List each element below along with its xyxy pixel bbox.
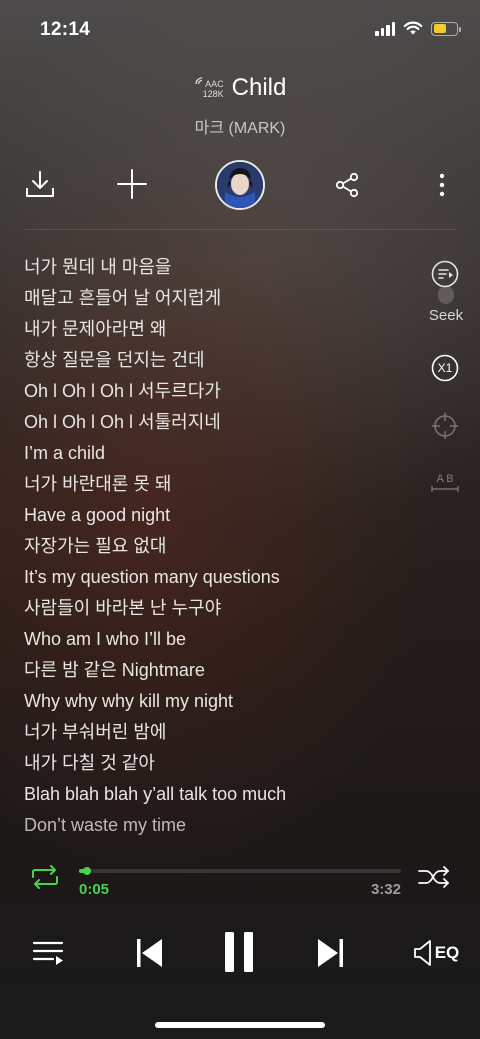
lyric-line[interactable]: It’s my question many questions <box>24 566 414 597</box>
shuffle-button[interactable] <box>416 864 452 890</box>
next-button[interactable] <box>312 934 350 972</box>
lyric-line[interactable]: 항상 질문을 던지는 건데 <box>24 349 414 380</box>
lyrics-list-icon <box>431 260 459 288</box>
lyric-line[interactable]: Blah blah blah y’all talk too much <box>24 783 414 814</box>
speaker-icon <box>413 940 431 966</box>
eq-label: EQ <box>434 943 460 962</box>
total-time: 3:32 <box>370 881 401 898</box>
audio-wave-icon <box>194 77 202 85</box>
shuffle-icon <box>418 866 449 888</box>
song-header: AAC 128K Child <box>0 74 480 102</box>
lyric-line[interactable]: 사람들이 바라본 난 누구야 <box>24 597 414 628</box>
skip-previous-icon <box>137 939 162 967</box>
repeat-button[interactable] <box>28 864 62 890</box>
equalizer-button[interactable]: EQ <box>412 936 460 970</box>
pause-button[interactable] <box>218 930 260 974</box>
artist-name[interactable]: 마크 (MARK) <box>0 114 480 138</box>
wifi-icon <box>403 21 423 35</box>
quality-codec: AAC <box>205 79 224 89</box>
lyric-line[interactable]: 너가 뭔데 내 마음을 <box>24 256 414 287</box>
lyric-line[interactable]: 다른 밤 같은 Nightmare <box>24 659 414 690</box>
seek-control: Seek <box>426 305 466 324</box>
speed-label: X1 <box>437 361 453 375</box>
pause-icon <box>225 932 253 972</box>
plus-icon <box>117 169 147 199</box>
ab-repeat-button[interactable]: A B <box>428 472 462 494</box>
more-vertical-icon <box>439 173 445 197</box>
lyric-line[interactable]: 너가 부숴버린 밤에 <box>24 721 414 752</box>
progress-bar[interactable] <box>79 867 401 875</box>
status-time: 12:14 <box>40 19 91 40</box>
lyric-line[interactable]: Oh l Oh l Oh l 서두르다가 <box>24 380 414 411</box>
home-indicator[interactable] <box>155 1022 325 1028</box>
share-button[interactable] <box>330 168 364 202</box>
speed-button[interactable]: X1 <box>431 354 459 382</box>
lyric-line[interactable]: 너가 바란대론 못 돼 <box>24 473 414 504</box>
ab-repeat-icon <box>431 486 459 492</box>
lyric-line[interactable]: Why why why kill my night <box>24 690 414 721</box>
progress-thumb[interactable] <box>82 867 91 875</box>
audio-quality-badge: AAC 128K <box>194 75 224 101</box>
ab-label: A B <box>436 473 454 485</box>
battery-icon <box>431 21 461 36</box>
elapsed-time: 0:05 <box>79 881 110 898</box>
player-screen: 12:14 AAC 128K Child 마크 (MARK) 너가 뭔데 내 마… <box>0 0 480 1039</box>
lyric-line[interactable]: I’m a child <box>24 442 414 473</box>
lyrics-sync-button[interactable] <box>430 259 460 289</box>
lyric-line[interactable]: 자장가는 필요 없대 <box>24 535 414 566</box>
skip-next-icon <box>318 939 343 967</box>
share-icon <box>335 172 359 198</box>
artist-photo <box>217 162 263 208</box>
playlist-icon <box>32 941 64 965</box>
lyric-line[interactable]: 내가 다칠 것 같아 <box>24 752 414 783</box>
artist-avatar[interactable] <box>215 160 265 210</box>
status-icons <box>375 21 461 36</box>
playlist-button[interactable] <box>30 936 66 970</box>
previous-button[interactable] <box>130 934 168 972</box>
seek-label: Seek <box>428 307 464 324</box>
add-to-playlist-button[interactable] <box>114 166 150 202</box>
quality-bitrate: 128K <box>202 89 224 99</box>
repeat-icon <box>32 865 58 889</box>
seek-toggle[interactable] <box>438 286 454 304</box>
download-button[interactable] <box>22 166 58 202</box>
lyric-line[interactable]: Who am I who I’ll be <box>24 628 414 659</box>
download-icon <box>26 171 54 197</box>
lyric-line[interactable]: Oh l Oh l Oh l 서툴러지네 <box>24 411 414 442</box>
lyric-line[interactable]: 매달고 흔들어 날 어지럽게 <box>24 287 414 318</box>
more-options-button[interactable] <box>428 168 456 202</box>
lyric-line[interactable]: Don’t waste my time <box>24 814 414 845</box>
lyric-line[interactable]: 내가 문제아라면 왜 <box>24 318 414 349</box>
cellular-signal-icon <box>375 21 395 36</box>
song-title: Child <box>231 74 287 101</box>
lyric-line[interactable]: Have a good night <box>24 504 414 535</box>
crosshair-icon <box>432 413 458 439</box>
divider <box>24 229 456 230</box>
lyrics-panel[interactable]: 너가 뭔데 내 마음을 매달고 흔들어 날 어지럽게 내가 문제아라면 왜 항상 질문… <box>24 256 414 845</box>
locate-current-line-button[interactable] <box>431 412 459 440</box>
